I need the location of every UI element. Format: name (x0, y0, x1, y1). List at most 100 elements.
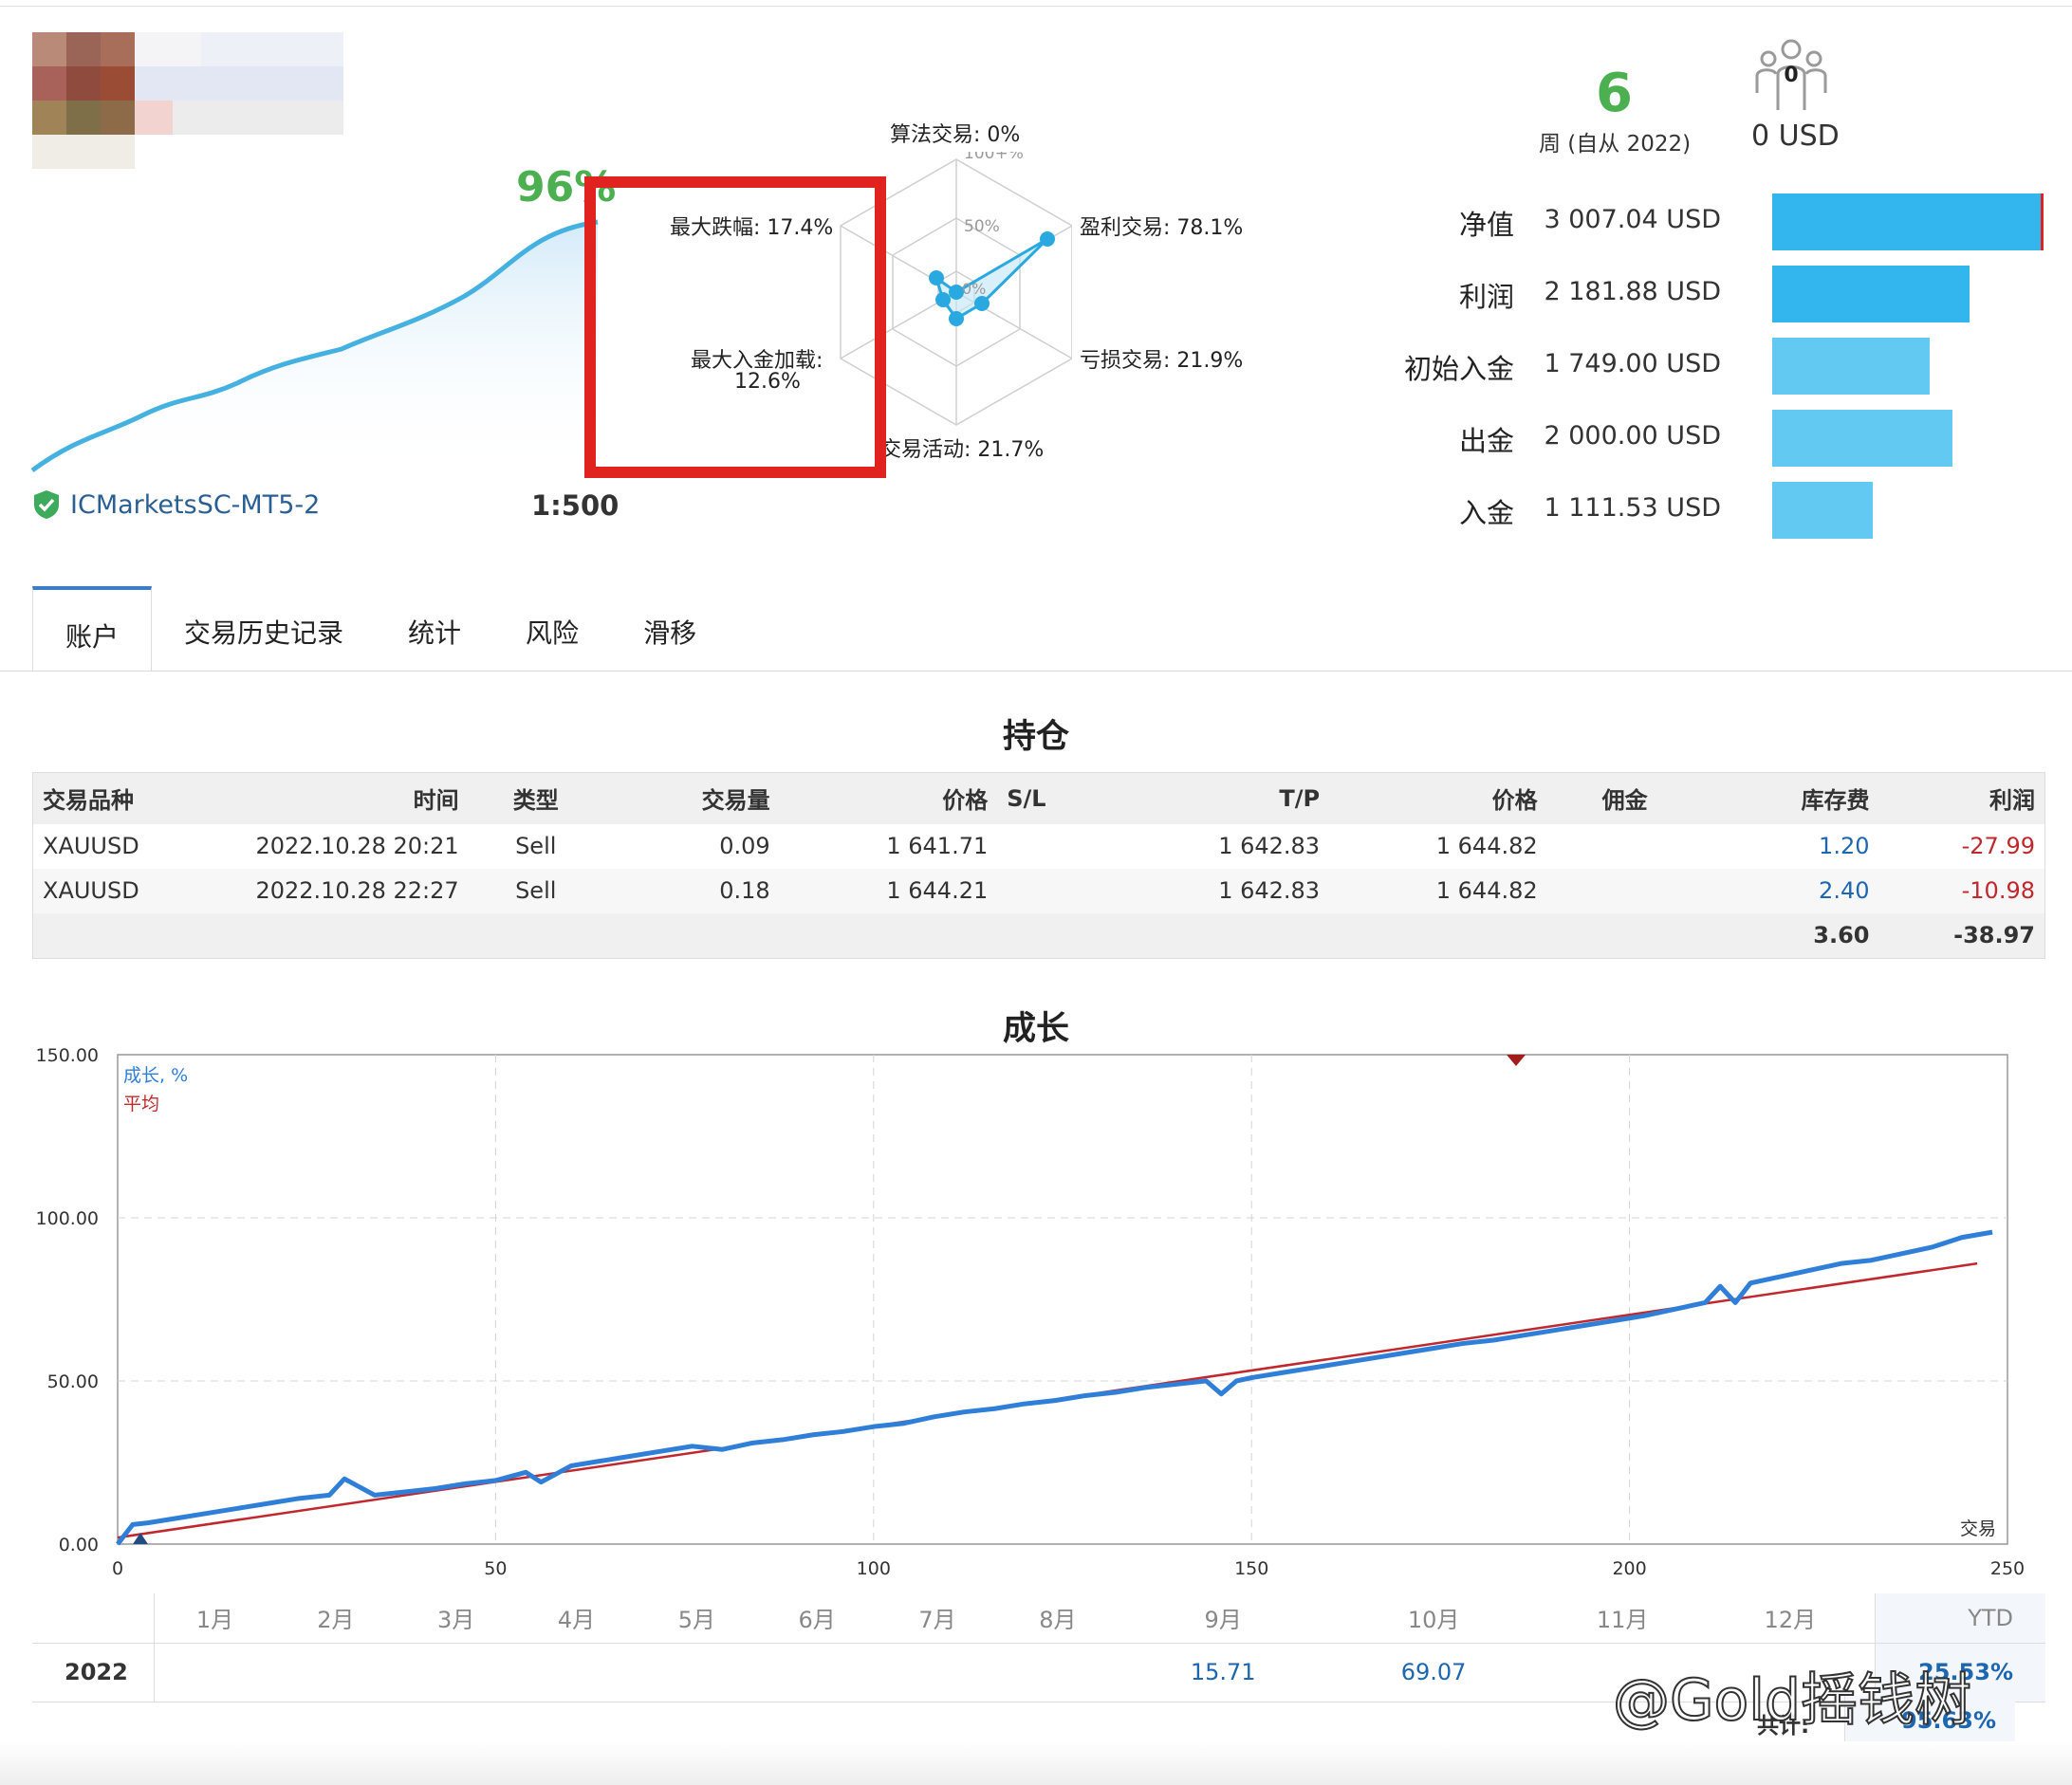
month-header: 1月 (154, 1593, 276, 1644)
radar-label-activity: 交易活动: 21.7% (880, 438, 1045, 462)
subscribers-icon: 0 (1755, 39, 1827, 110)
col-swap[interactable]: 库存费 (1702, 772, 1879, 824)
cell-time: 2022.10.28 22:27 (188, 868, 469, 913)
financial-value: 1 111.53 USD (1544, 493, 1721, 523)
radar-scale-50: 50% (964, 217, 1000, 236)
financial-bar (1772, 193, 2044, 250)
tab-slippage[interactable]: 滑移 (611, 586, 729, 672)
financial-bar (1772, 410, 1952, 467)
tabs-divider (0, 671, 2072, 672)
financial-value: 2 181.88 USD (1544, 277, 1721, 306)
month-value (275, 1643, 397, 1702)
plot-area (117, 1054, 2008, 1545)
y-axis-ticks: 0.00 50.00 100.00 150.00 (36, 1045, 99, 1555)
legend-growth: 成长, % (123, 1065, 188, 1086)
subscribers-count: 0 (1784, 64, 1798, 87)
month-header: 12月 (1706, 1593, 1875, 1644)
year-header (32, 1593, 155, 1644)
watermark: @Gold摇钱树 (1612, 1666, 1972, 1735)
broker-info[interactable]: ICMarketsSC-MT5-2 (32, 489, 320, 520)
month-value (877, 1643, 998, 1702)
cell-commission (1546, 868, 1703, 913)
financial-label: 初始入金 (1403, 353, 1514, 385)
y-tick-label: 100.00 (36, 1208, 99, 1229)
month-header: 6月 (756, 1593, 878, 1644)
radar-label-profit: 盈利交易: 78.1% (1080, 216, 1244, 240)
growth-chart: 0 50 100 150 200 250 0.00 50.00 100.00 150.00 成长… (36, 1045, 2026, 1579)
cell-price-current: 1 644.82 (1329, 868, 1547, 913)
cell-price-current: 1 644.82 (1435, 833, 1538, 859)
subscribers-usd: 0 USD (1751, 120, 1840, 153)
month-value-sep: 15.71 (1118, 1643, 1329, 1702)
x-tick-label: 150 (1234, 1558, 1268, 1579)
year-label: 2022 (32, 1643, 155, 1702)
month-header: 8月 (997, 1593, 1119, 1644)
month-header: 5月 (636, 1593, 757, 1644)
weeks-count: 6 (1596, 63, 1633, 124)
cell-profit: -27.99 (1961, 833, 2035, 859)
tab-account[interactable]: 账户 (32, 586, 153, 672)
month-value (636, 1643, 757, 1702)
ytd-header: YTD (1874, 1593, 2045, 1644)
weeks-label: 周 (自从 2022) (1539, 132, 1692, 156)
positions-table: 交易品种 时间 类型 交易量 价格 S/L T/P 价格 佣金 库存费 利润 X… (32, 772, 2045, 959)
col-profit[interactable]: 利润 (1878, 772, 2045, 824)
month-header: 3月 (396, 1593, 517, 1644)
avatar (32, 32, 345, 171)
col-price-current[interactable]: 价格 (1329, 772, 1547, 824)
x-tick-label: 100 (857, 1558, 891, 1579)
cell-volume: 0.18 (602, 868, 780, 913)
tab-statistics[interactable]: 统计 (376, 586, 493, 672)
financial-label: 入金 (1458, 497, 1514, 529)
month-value (396, 1643, 517, 1702)
col-price-open[interactable]: 价格 (779, 772, 998, 824)
cell-symbol: XAUUSD (43, 833, 139, 859)
legend-average: 平均 (123, 1094, 159, 1114)
col-tp[interactable]: T/P (1111, 772, 1330, 824)
shield-check-icon (34, 490, 59, 519)
totals-spacer (32, 912, 1703, 959)
col-type[interactable]: 类型 (468, 772, 603, 824)
total-profit: -38.97 (1878, 912, 2045, 959)
month-value (756, 1643, 878, 1702)
x-tick-label: 50 (484, 1558, 507, 1579)
cell-swap: 2.40 (1702, 868, 1879, 913)
col-commission[interactable]: 佣金 (1546, 772, 1703, 824)
radar-point-activity (949, 311, 964, 326)
cell-profit: -10.98 (1878, 868, 2045, 913)
financial-bar (1772, 266, 1970, 322)
y-tick-label: 150.00 (36, 1045, 99, 1066)
financial-label: 利润 (1458, 281, 1514, 313)
table-row[interactable]: XAUUSD 2022.10.28 22:27 Sell 0.18 1 644.… (32, 868, 2045, 913)
radar-label-algo: 算法交易: 0% (890, 123, 1021, 147)
totals-row: 3.60 -38.97 (32, 912, 2045, 959)
financial-value: 3 007.04 USD (1544, 205, 1721, 234)
col-time[interactable]: 时间 (188, 772, 469, 824)
radar-point-loss (974, 296, 990, 311)
y-tick-label: 0.00 (59, 1535, 99, 1555)
tab-trade-history[interactable]: 交易历史记录 (152, 586, 376, 672)
months-header-row: 1月 2月 3月 4月 5月 6月 7月 8月 9月 10月 11月 12月 Y… (32, 1593, 2045, 1644)
month-header: 10月 (1328, 1593, 1540, 1644)
month-value (516, 1643, 637, 1702)
col-symbol[interactable]: 交易品种 (32, 772, 189, 824)
positions-header-row: 交易品种 时间 类型 交易量 价格 S/L T/P 价格 佣金 库存费 利润 (32, 772, 2045, 824)
mini-equity-chart (30, 219, 599, 474)
financial-label: 出金 (1458, 425, 1514, 457)
col-sl[interactable]: S/L (997, 772, 1112, 824)
tab-risk[interactable]: 风险 (493, 586, 611, 672)
cell-symbol: XAUUSD (32, 868, 189, 913)
bottom-fade (0, 1741, 2072, 1785)
month-value (154, 1643, 276, 1702)
table-row[interactable]: XAUUSD 2022.10.28 20:21 Sell 0.09 1 641.… (33, 824, 2045, 869)
cell-time: 2022.10.28 20:21 (255, 833, 459, 859)
financial-value: 1 749.00 USD (1544, 349, 1721, 378)
month-value-oct: 69.07 (1328, 1643, 1540, 1702)
broker-name[interactable]: ICMarketsSC-MT5-2 (70, 490, 320, 520)
x-tick-label: 0 (112, 1558, 123, 1579)
col-volume[interactable]: 交易量 (602, 772, 780, 824)
cell-swap: 1.20 (1819, 833, 1870, 859)
radar-scale-0: 0% (962, 280, 986, 298)
x-tick-label: 250 (1990, 1558, 2025, 1579)
financial-bar (1772, 338, 1930, 395)
